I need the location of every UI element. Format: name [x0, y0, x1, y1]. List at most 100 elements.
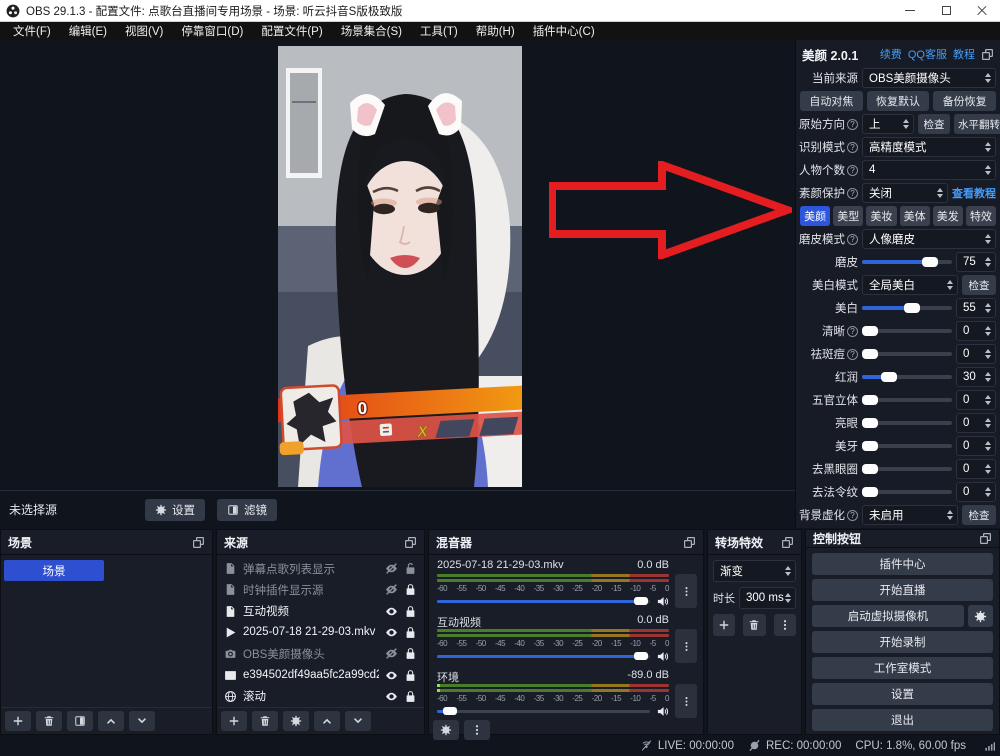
spin-arrows-icon[interactable] [985, 395, 995, 405]
source-row[interactable]: 滚动 [217, 686, 424, 707]
slider-value-spinbox[interactable]: 0 [956, 321, 996, 341]
slider-handle[interactable] [862, 441, 878, 451]
lock-icon[interactable] [404, 605, 417, 618]
spin-arrows-icon[interactable] [985, 303, 995, 313]
slider-handle[interactable] [881, 372, 897, 382]
slider-value-spinbox[interactable]: 75 [956, 252, 996, 272]
tab-makeup[interactable]: 美妆 [866, 206, 896, 226]
lock-open-icon[interactable] [404, 562, 417, 575]
transition-menu-button[interactable] [774, 614, 796, 636]
scene-up-button[interactable] [98, 711, 124, 731]
slider-handle[interactable] [862, 326, 878, 336]
nasolabial-slider[interactable] [862, 490, 952, 494]
source-row[interactable]: 互动视频 [217, 601, 424, 622]
spin-arrows-icon[interactable] [985, 464, 995, 474]
menu-help[interactable]: 帮助(H) [467, 23, 524, 39]
slider-handle[interactable] [904, 303, 920, 313]
volume-slider[interactable] [437, 710, 650, 713]
tab-effects[interactable]: 特效 [966, 206, 996, 226]
teeth-slider[interactable] [862, 444, 952, 448]
slider-value-spinbox[interactable]: 55 [956, 298, 996, 318]
source-settings-button[interactable]: 设置 [145, 499, 205, 521]
menu-tools[interactable]: 工具(T) [411, 23, 467, 39]
source-down-button[interactable] [345, 711, 371, 731]
duration-spinbox[interactable]: 300 ms [739, 587, 796, 609]
channel-menu-button[interactable] [675, 684, 697, 718]
qq-support-link[interactable]: QQ客服 [908, 46, 947, 62]
help-icon[interactable]: ? [847, 349, 858, 360]
preview-video[interactable]: 0 X [278, 46, 522, 487]
start-streaming-button[interactable]: 开始直播 [812, 579, 993, 601]
menu-file[interactable]: 文件(F) [4, 23, 60, 39]
source-properties-button[interactable] [283, 711, 309, 731]
channel-menu-button[interactable] [675, 629, 697, 663]
spin-arrows-icon[interactable] [785, 593, 795, 603]
smooth-slider[interactable] [862, 260, 952, 264]
popout-icon[interactable] [781, 536, 794, 549]
spin-arrows-icon[interactable] [985, 326, 995, 336]
tutorial-link[interactable]: 教程 [953, 46, 975, 62]
popout-icon[interactable] [981, 48, 994, 61]
eye-off-icon[interactable] [385, 583, 398, 596]
slider-handle[interactable] [862, 464, 878, 474]
lock-icon[interactable] [404, 690, 417, 703]
tab-body[interactable]: 美体 [900, 206, 930, 226]
source-row[interactable]: 时钟插件显示源 [217, 579, 424, 600]
tab-reshape[interactable]: 美型 [833, 206, 863, 226]
tab-beauty[interactable]: 美颜 [800, 206, 830, 226]
popout-icon[interactable] [683, 536, 696, 549]
help-icon[interactable]: ? [847, 510, 858, 521]
backup-restore-button[interactable]: 备份恢复 [933, 91, 996, 111]
whiten-check-button[interactable]: 检查 [962, 275, 996, 295]
eye-icon[interactable] [385, 669, 398, 682]
slider-handle[interactable] [862, 487, 878, 497]
speaker-icon[interactable] [656, 705, 669, 718]
spin-arrows-icon[interactable] [985, 165, 995, 175]
eye-icon[interactable] [385, 690, 398, 703]
menu-scene-collection[interactable]: 场景集合(S) [332, 23, 411, 39]
source-row[interactable]: 2025-07-18 21-29-03.mkv [217, 622, 424, 643]
help-icon[interactable]: ? [847, 165, 858, 176]
whiten-mode-dropdown[interactable]: 全局美白 [862, 275, 958, 295]
detect-mode-dropdown[interactable]: 高精度模式 [862, 137, 996, 157]
menu-view[interactable]: 视图(V) [116, 23, 172, 39]
help-icon[interactable]: ? [847, 234, 858, 245]
tab-hair[interactable]: 美发 [933, 206, 963, 226]
spin-arrows-icon[interactable] [985, 372, 995, 382]
menu-plugin-center[interactable]: 插件中心(C) [524, 23, 604, 39]
menu-edit[interactable]: 编辑(E) [60, 23, 116, 39]
source-row[interactable]: 弹幕点歌列表显示 [217, 558, 424, 579]
flip-horizontal-button[interactable]: 水平翻转 [954, 114, 1000, 134]
slider-value-spinbox[interactable]: 0 [956, 413, 996, 433]
slider-value-spinbox[interactable]: 0 [956, 390, 996, 410]
start-virtual-camera-button[interactable]: 启动虚拟摄像机 [812, 605, 964, 627]
settings-button[interactable]: 设置 [812, 683, 993, 705]
slider-handle[interactable] [922, 257, 938, 267]
slider-handle[interactable] [862, 418, 878, 428]
add-transition-button[interactable] [713, 614, 735, 636]
slider-handle[interactable] [634, 652, 648, 660]
speaker-icon[interactable] [656, 595, 669, 608]
remove-scene-button[interactable] [36, 711, 62, 731]
view-tutorial-link[interactable]: 查看教程 [952, 185, 996, 201]
restore-default-button[interactable]: 恢复默认 [867, 91, 930, 111]
volume-slider[interactable] [437, 655, 650, 658]
add-scene-button[interactable] [5, 711, 31, 731]
virtual-camera-settings-button[interactable] [968, 605, 993, 627]
slider-handle[interactable] [862, 395, 878, 405]
renew-link[interactable]: 续费 [880, 46, 902, 62]
whiten-slider[interactable] [862, 306, 952, 310]
speaker-icon[interactable] [656, 650, 669, 663]
orientation-dropdown[interactable]: 上 [862, 114, 914, 134]
help-icon[interactable]: ? [847, 188, 858, 199]
menu-profile[interactable]: 配置文件(P) [252, 23, 331, 39]
bright-eyes-slider[interactable] [862, 421, 952, 425]
slider-handle[interactable] [862, 349, 878, 359]
scene-filters-button[interactable] [67, 711, 93, 731]
scene-item-selected[interactable]: 场景 [4, 560, 104, 581]
close-button[interactable] [964, 0, 1000, 21]
eye-off-icon[interactable] [385, 647, 398, 660]
popout-icon[interactable] [192, 536, 205, 549]
smooth-mode-dropdown[interactable]: 人像磨皮 [862, 229, 996, 249]
blemish-slider[interactable] [862, 352, 952, 356]
